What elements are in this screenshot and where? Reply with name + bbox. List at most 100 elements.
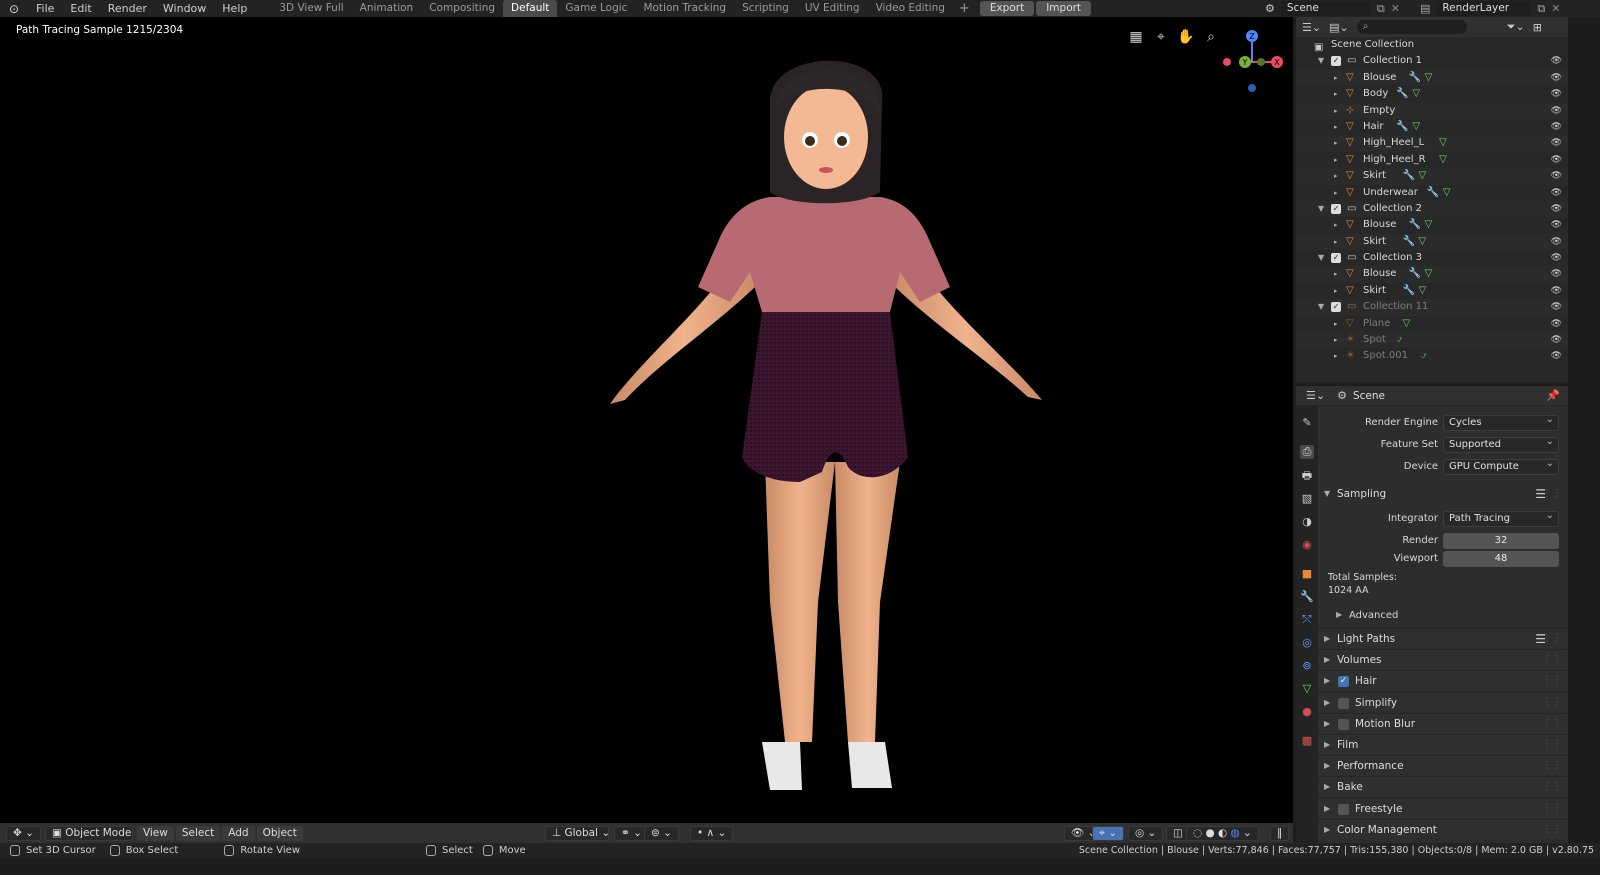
mesh-data-icon[interactable]: ▽ [1425, 70, 1433, 86]
render-engine-select[interactable]: Cycles [1443, 413, 1559, 431]
expand-arrow-icon[interactable]: ▸ [1334, 168, 1338, 184]
outliner-row[interactable]: ▼ ✓ ▭ Collection 3 👁 [1296, 250, 1568, 266]
modifier-tab-icon[interactable]: 🔧 [1300, 590, 1314, 604]
expand-arrow-icon[interactable]: ▸ [1334, 135, 1338, 151]
tab-animation[interactable]: Animation [352, 0, 422, 17]
visibility-eye-icon[interactable]: 👁 [1551, 119, 1562, 135]
expand-arrow-icon[interactable]: ▸ [1334, 234, 1338, 250]
expand-arrow-icon[interactable]: ▸ [1334, 283, 1338, 299]
outliner-row[interactable]: ▼ ✓ ▭ Collection 2 👁 [1296, 200, 1568, 218]
expand-arrow-icon[interactable]: ▼ [1318, 53, 1324, 69]
collection-checkbox[interactable]: ✓ [1331, 56, 1341, 67]
render-layer-icon[interactable]: ▤ [1420, 2, 1430, 15]
render-layer-field[interactable]: RenderLayer [1436, 1, 1532, 16]
drag-handle-icon[interactable]: ⋮⋮ [1542, 714, 1562, 734]
visibility-eye-icon[interactable]: 👁 [1551, 316, 1562, 332]
zoom-icon[interactable]: ⌕ [1202, 28, 1220, 46]
outliner-row[interactable]: ▸ ▽ Underwear 🔧 ▽ 👁 [1296, 185, 1568, 201]
panel-color-management[interactable]: ▶ Color Management ⋮⋮ [1318, 818, 1568, 839]
mesh-data-icon[interactable]: ▽ [1439, 152, 1447, 168]
outliner-row[interactable]: ▸ ▽ High_Heel_R ▽ 👁 [1296, 152, 1568, 168]
tab-default[interactable]: Default [503, 0, 558, 17]
modifier-icon[interactable]: 🔧 [1396, 86, 1408, 102]
drag-handle-icon[interactable]: ⋮⋮ [1542, 671, 1562, 691]
editor-type-button[interactable]: ✥ ⌄ [6, 825, 41, 841]
menu-view[interactable]: View [136, 825, 174, 841]
menu-select[interactable]: Select [175, 825, 221, 841]
pan-hand-icon[interactable]: ✋ [1177, 28, 1195, 46]
menu-object[interactable]: Object [256, 825, 303, 841]
visibility-eye-icon[interactable]: 👁 [1551, 70, 1562, 86]
visibility-eye-icon[interactable]: 👁 [1551, 53, 1562, 69]
expand-arrow-icon[interactable]: ▸ [1334, 152, 1338, 168]
overlay-toggle-button[interactable]: ◎ ⌄ [1128, 825, 1164, 841]
menu-add[interactable]: Add [222, 825, 255, 841]
panel-motion-blur[interactable]: ▶ Motion Blur ⋮⋮ [1318, 712, 1568, 734]
outliner-row[interactable]: ▸ ▽ Blouse 🔧 ▽ 👁 [1296, 69, 1568, 87]
expand-arrow-icon[interactable]: ▸ [1334, 348, 1338, 364]
expand-arrow-icon[interactable]: ▸ [1334, 86, 1338, 102]
physics-tab-icon[interactable]: ◎ [1300, 636, 1314, 650]
outliner-row[interactable]: ▸ ▽ Skirt 🔧 ▽ 👁 [1296, 233, 1568, 251]
material-tab-icon[interactable]: ● [1300, 705, 1314, 719]
3d-viewport[interactable]: Path Tracing Sample 1215/2304 ▦ ⌖ ✋ ⌕ Z … [0, 17, 1293, 843]
menu-window[interactable]: Window [155, 0, 214, 17]
menu-file[interactable]: File [28, 0, 62, 17]
mesh-data-icon[interactable]: ▽ [1412, 119, 1420, 135]
outliner-row[interactable]: ▸ ☀ Spot.001 ⍻ 👁 [1296, 348, 1568, 364]
blender-logo-icon[interactable]: ⊙ [0, 2, 28, 16]
outliner-search-input[interactable]: ⌕ [1356, 20, 1467, 34]
panel-simplify[interactable]: ▶ Simplify ⋮⋮ [1318, 691, 1568, 712]
mesh-data-icon[interactable]: ▽ [1425, 217, 1433, 233]
panel-freestyle[interactable]: ▶ Freestyle ⋮⋮ [1318, 797, 1568, 819]
visibility-eye-icon[interactable]: 👁 [1551, 234, 1562, 250]
drag-handle-icon[interactable]: ⋮⋮ [1542, 799, 1562, 819]
snap-button[interactable]: ⊜ ⌄ [644, 825, 679, 841]
outliner-row[interactable]: ▸ ▽ Hair 🔧 ▽ 👁 [1296, 119, 1568, 135]
drag-handle-icon[interactable]: ⋮⋮ [1542, 629, 1562, 649]
modifier-icon[interactable]: 🔧 [1409, 70, 1421, 86]
visibility-eye-icon[interactable]: 👁 [1551, 266, 1562, 282]
constraints-tab-icon[interactable]: ⊚ [1300, 659, 1314, 673]
panel-performance[interactable]: ▶ Performance ⋮⋮ [1318, 755, 1568, 776]
panel-bake[interactable]: ▶ Bake ⋮⋮ [1318, 776, 1568, 797]
tab-3d-view-full[interactable]: 3D View Full [271, 0, 351, 17]
camera-view-icon[interactable]: ⌖ [1152, 28, 1170, 46]
modifier-icon[interactable]: 🔧 [1396, 119, 1408, 135]
pause-render-button[interactable]: ‖ [1270, 825, 1290, 841]
outliner-row[interactable]: ▸ ▽ Skirt 🔧 ▽ 👁 [1296, 283, 1568, 299]
tab-motion-tracking[interactable]: Motion Tracking [635, 0, 734, 17]
export-button[interactable]: Export [979, 1, 1035, 16]
new-collection-icon[interactable]: ⊞ [1533, 21, 1542, 34]
mode-selector[interactable]: ▣ Object Mode ⌄ [44, 825, 144, 841]
panel-hair[interactable]: ▶ ✓ Hair ⋮⋮ [1318, 670, 1568, 691]
mesh-data-icon[interactable]: ▽ [1419, 283, 1427, 299]
menu-help[interactable]: Help [214, 0, 255, 17]
render-tab-icon[interactable]: ⎙ [1300, 445, 1314, 459]
visibility-eye-icon[interactable]: 👁 [1551, 185, 1562, 201]
data-tab-icon[interactable]: ▽ [1300, 682, 1314, 696]
tab-compositing[interactable]: Compositing [421, 0, 503, 17]
panel-light-paths[interactable]: ▶ Light Paths ☰ ⋮⋮ [1318, 628, 1568, 648]
outliner-row[interactable]: ▸ ▽ Blouse 🔧 ▽ 👁 [1296, 217, 1568, 233]
light-data-icon[interactable]: ⍻ [1421, 348, 1427, 364]
panel-enable-checkbox[interactable]: ✓ [1338, 676, 1349, 688]
add-workspace-button[interactable]: + [953, 0, 976, 17]
modifier-icon[interactable]: 🔧 [1403, 234, 1415, 250]
panel-volumes[interactable]: ▶ Volumes ⋮⋮ [1318, 649, 1568, 670]
outliner-row[interactable]: ▸ ⊹ Empty 👁 [1296, 102, 1568, 119]
scene-copy-icon[interactable]: ⧉ [1377, 2, 1385, 16]
mesh-data-icon[interactable]: ▽ [1419, 234, 1427, 250]
object-tab-icon[interactable]: ■ [1300, 567, 1314, 581]
drag-handle-icon[interactable]: ⋮⋮ [1542, 484, 1562, 504]
visibility-eye-icon[interactable]: 👁 [1551, 250, 1562, 266]
modifier-icon[interactable]: 🔧 [1409, 266, 1421, 282]
scene-collection-row[interactable]: ▣ Scene Collection [1296, 37, 1568, 53]
import-button[interactable]: Import [1036, 1, 1092, 16]
sampling-panel-header[interactable]: ▼ Sampling ☰ ⋮⋮ [1318, 484, 1568, 504]
outliner-row[interactable]: ▼ ✓ ▭ Collection 1 👁 [1296, 53, 1568, 69]
output-tab-icon[interactable]: 🖶 [1300, 469, 1314, 483]
outliner-row[interactable]: ▸ ▽ Blouse 🔧 ▽ 👁 [1296, 266, 1568, 283]
render-layer-close-icon[interactable]: ✕ [1551, 2, 1560, 15]
modifier-icon[interactable]: 🔧 [1403, 283, 1415, 299]
